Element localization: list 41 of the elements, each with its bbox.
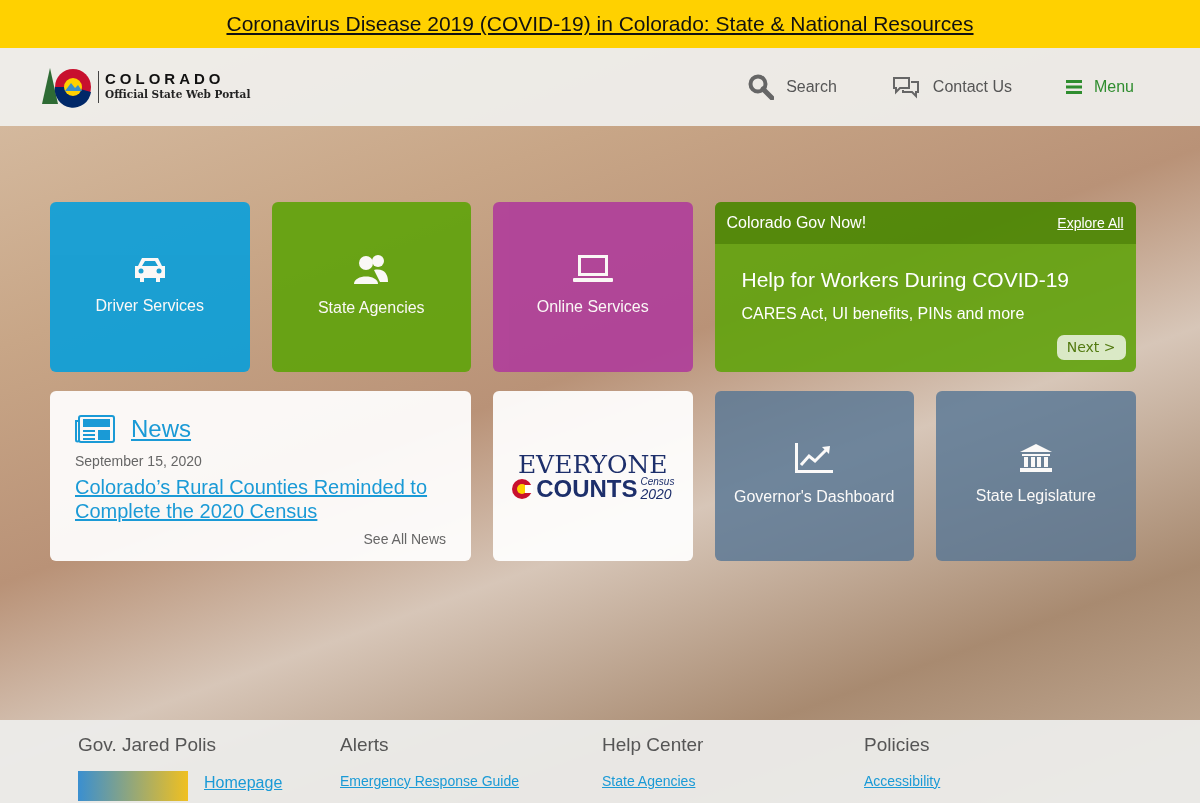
- logo-title: COLORADO: [105, 70, 226, 88]
- newspaper-icon: [75, 415, 115, 443]
- search-icon: [748, 74, 775, 100]
- census-logo-line: EVERYONE: [517, 451, 668, 477]
- service-tile[interactable]: Driver Services: [50, 202, 250, 372]
- feature-subtitle: CARES Act, UI benefits, PINs and more: [741, 303, 1026, 324]
- service-tile[interactable]: State Agencies: [271, 202, 471, 372]
- footer-link[interactable]: State Agencies: [602, 770, 696, 792]
- census-logo-counts: COUNTS: [536, 476, 638, 501]
- footer-heading: Gov. Jared Polis: [78, 734, 217, 757]
- contact-button[interactable]: Contact Us: [890, 70, 1012, 104]
- see-all-news-link[interactable]: See All News: [363, 531, 446, 547]
- laptop-icon: [572, 255, 613, 283]
- census-c-icon: [511, 477, 534, 500]
- chat-icon: [890, 75, 921, 99]
- footer-link[interactable]: Emergency Response Guide: [340, 770, 519, 792]
- search-button[interactable]: Search: [748, 70, 837, 104]
- footer-heading: Policies: [864, 734, 931, 757]
- next-button[interactable]: Next >: [1056, 335, 1126, 360]
- footer-heading: Help Center: [602, 734, 705, 757]
- census-logo-tag: Census: [640, 476, 675, 487]
- link-tile[interactable]: State Legislature: [936, 391, 1136, 561]
- logo-subtitle: Official State Web Portal: [105, 87, 251, 103]
- menu-icon: [1065, 80, 1082, 94]
- explore-all-link[interactable]: Explore All: [1057, 212, 1124, 234]
- feature-title: Help for Workers During COVID-19: [741, 267, 1071, 293]
- news-date: September 15, 2020: [75, 452, 203, 471]
- link-tile[interactable]: Governor's Dashboard: [714, 391, 914, 561]
- footer-link[interactable]: Homepage: [204, 770, 283, 795]
- chart-icon: [795, 443, 834, 473]
- news-heading-link[interactable]: News: [131, 411, 191, 447]
- news-headline-link[interactable]: Colorado’s Rural Counties Reminded to Complete the 2020 Census: [75, 475, 445, 523]
- feature-heading: Colorado Gov Now!: [726, 213, 867, 233]
- footer-heading: Alerts: [340, 734, 390, 757]
- building-icon: [1019, 444, 1052, 472]
- census-logo-year: 2020: [640, 486, 673, 501]
- menu-button[interactable]: Menu: [1065, 70, 1134, 104]
- service-tile[interactable]: Online Services: [493, 202, 693, 372]
- people-icon: [354, 254, 389, 284]
- logo-icon: [40, 66, 94, 108]
- footer-link[interactable]: Accessibility: [864, 770, 941, 792]
